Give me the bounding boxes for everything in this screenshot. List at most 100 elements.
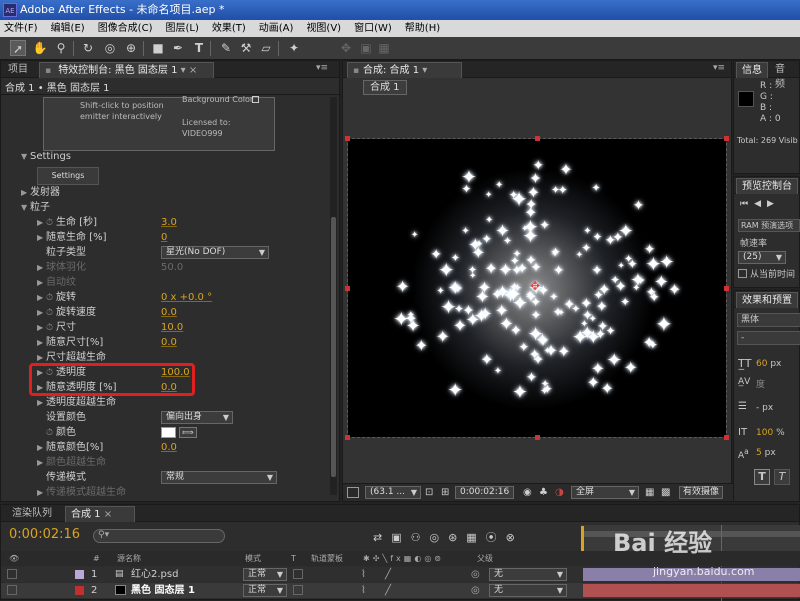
zoom-dropdown[interactable]: (63.1 ... ▼: [365, 486, 421, 499]
transfer-mode-dropdown[interactable]: 常规 ▼: [161, 471, 277, 484]
panel-menu-icon[interactable]: ▾≡: [316, 63, 328, 73]
brush-tool-icon[interactable]: ✎: [218, 40, 234, 56]
tab-composition[interactable]: ▪ 合成: 合成 1 ▾: [347, 62, 462, 78]
menu-layer[interactable]: 图层(L): [165, 20, 198, 37]
particle-star: ✦: [620, 295, 631, 309]
menu-view[interactable]: 视图(V): [306, 20, 341, 37]
resolution-dropdown[interactable]: 全屏 ▼: [571, 486, 639, 499]
grid-icon[interactable]: ⊞: [441, 487, 449, 498]
snapshot-icon[interactable]: ◉: [523, 487, 532, 498]
frame-rate-dropdown[interactable]: (25) ▼: [738, 251, 786, 264]
menu-window[interactable]: 窗口(W): [354, 20, 392, 37]
rotate-tool-icon[interactable]: ↻: [80, 40, 96, 56]
channel-icon[interactable]: ◑: [555, 487, 564, 498]
indent-value[interactable]: - px: [756, 403, 773, 413]
ec-row-particle-type: 粒子类型 星光(No DOF) ▼: [37, 245, 327, 260]
particle-type-dropdown[interactable]: 星光(No DOF) ▼: [161, 246, 269, 259]
hand-tool-icon[interactable]: ✋: [32, 40, 48, 56]
baseline-value[interactable]: 5 px: [756, 448, 776, 458]
font-size-value[interactable]: 60 px: [756, 359, 781, 369]
layer-label-color[interactable]: [75, 570, 84, 579]
comp-subtab[interactable]: 合成 1: [363, 80, 407, 95]
timeline-search-input[interactable]: ⚲▾: [93, 529, 225, 543]
menu-edit[interactable]: 编辑(E): [51, 20, 85, 37]
particle-star: ✦: [525, 370, 538, 387]
tracking-value[interactable]: 度: [756, 377, 765, 390]
color-swatch[interactable]: [161, 427, 176, 438]
from-current-checkbox[interactable]: [738, 269, 747, 278]
always-preview-icon[interactable]: [347, 487, 359, 498]
fx-switch: ╱: [385, 585, 392, 596]
menu-help[interactable]: 帮助(H): [405, 20, 440, 37]
faux-bold-button[interactable]: T: [754, 469, 770, 485]
layer-mode-dropdown[interactable]: 正常 ▼: [243, 568, 287, 581]
orbit-camera-icon[interactable]: ◎: [102, 40, 118, 56]
playback-controls[interactable]: ⏮◀▶: [740, 199, 780, 209]
settings-button[interactable]: Settings: [37, 167, 99, 185]
menu-composition[interactable]: 图像合成(C): [98, 20, 153, 37]
tab-comp-timeline[interactable]: 合成 1 ×: [65, 506, 135, 522]
tab-render-queue[interactable]: 渲染队列: [7, 506, 57, 522]
tab-info[interactable]: 信息: [736, 62, 768, 78]
font-style-field[interactable]: -: [737, 331, 800, 345]
particle-star: ✦: [485, 214, 494, 226]
background-color-checkbox[interactable]: [252, 96, 259, 103]
rectangle-tool-icon[interactable]: ■: [150, 40, 166, 56]
menu-animation[interactable]: 动画(A): [259, 20, 294, 37]
tab-preview[interactable]: 预览控制台: [736, 178, 798, 194]
pan-behind-icon[interactable]: ⊕: [123, 40, 139, 56]
layer-parent-dropdown[interactable]: 无 ▼: [489, 584, 567, 597]
close-icon[interactable]: ▾ ×: [181, 65, 198, 76]
fast-preview-icon[interactable]: ▦: [645, 487, 654, 498]
selection-tool-icon[interactable]: ➚: [10, 40, 26, 56]
faux-italic-button[interactable]: T: [774, 469, 790, 485]
plugin-info-box[interactable]: Shift-click to position emitter interact…: [43, 95, 275, 151]
camera-dropdown[interactable]: 有效摄像: [679, 486, 724, 499]
particle-star: ✦: [495, 179, 504, 191]
eyedropper-icon[interactable]: ⟾: [179, 427, 197, 438]
zoom-tool-icon[interactable]: ⚲: [53, 40, 69, 56]
watermark-url: jingyan.baidu.com: [653, 565, 755, 578]
particle-star: ✦: [512, 247, 522, 261]
panel-menu-icon[interactable]: ▾≡: [713, 63, 725, 73]
eraser-tool-icon[interactable]: ▱: [258, 40, 274, 56]
particle-star: ✦: [465, 309, 481, 331]
settings-group[interactable]: ▼ Settings: [21, 149, 71, 164]
clone-stamp-icon[interactable]: ⚒: [238, 40, 254, 56]
show-snapshot-icon[interactable]: ♣: [539, 487, 548, 498]
pen-tool-icon[interactable]: ✒: [170, 40, 186, 56]
layer-parent-dropdown[interactable]: 无 ▼: [489, 568, 567, 581]
tab-effect-controls[interactable]: ▪ 特效控制台: 黑色 固态层 1 ▾ ×: [39, 62, 214, 78]
ec-row-opacity-over-life[interactable]: ▶ 透明度超越生命: [37, 395, 327, 410]
ec-row-particle[interactable]: ▼ 粒子: [21, 200, 50, 215]
anchor-point-icon[interactable]: ✥: [530, 279, 540, 293]
transparency-grid-icon[interactable]: ▩: [661, 487, 670, 498]
particle-star: ✦: [617, 220, 634, 243]
layer-row[interactable]: 2 黑色 固态层 1 正常 ▼ ⌇ ╱ ◎ 无 ▼: [1, 583, 800, 598]
menu-effect[interactable]: 效果(T): [212, 20, 246, 37]
timeline-switches-toolbar[interactable]: ⇄▣⚇◎⊛▦⦿⊗: [373, 529, 524, 545]
font-family-field[interactable]: 黑体: [737, 313, 800, 327]
tab-audio[interactable]: 音频: [770, 62, 799, 90]
timeline-timecode[interactable]: 0:00:02:16: [9, 527, 80, 542]
ec-row-emitter[interactable]: ▶ 发射器: [21, 185, 60, 200]
set-color-dropdown[interactable]: 偏向出身 ▼: [161, 411, 233, 424]
layer-mode-dropdown[interactable]: 正常 ▼: [243, 584, 287, 597]
comp-timecode[interactable]: 0:00:02:16: [455, 486, 515, 499]
ram-preview-options[interactable]: RAM 预演选项: [738, 219, 800, 232]
particle-star: ✦: [632, 283, 641, 295]
layer-name: 黑色 固态层 1: [131, 585, 195, 596]
particle-star: ✦: [494, 220, 511, 242]
layer-duration-bar[interactable]: [583, 584, 800, 597]
ec-scrollbar[interactable]: [330, 97, 337, 495]
tab-effects-presets[interactable]: 效果和预置: [736, 292, 798, 308]
tab-project[interactable]: 项目: [3, 62, 33, 78]
layer-label-color[interactable]: [75, 586, 84, 595]
vertical-scale-value[interactable]: 100 %: [756, 428, 785, 438]
text-tool-icon[interactable]: T: [191, 40, 207, 56]
region-icon[interactable]: ⊡: [425, 487, 433, 498]
menu-file[interactable]: 文件(F): [4, 20, 38, 37]
particle-star: ✦: [571, 325, 589, 350]
ec-row-color-random: ▶ 随意颜色[%] 0.0: [37, 442, 177, 453]
puppet-pin-icon[interactable]: ✦: [286, 40, 302, 56]
